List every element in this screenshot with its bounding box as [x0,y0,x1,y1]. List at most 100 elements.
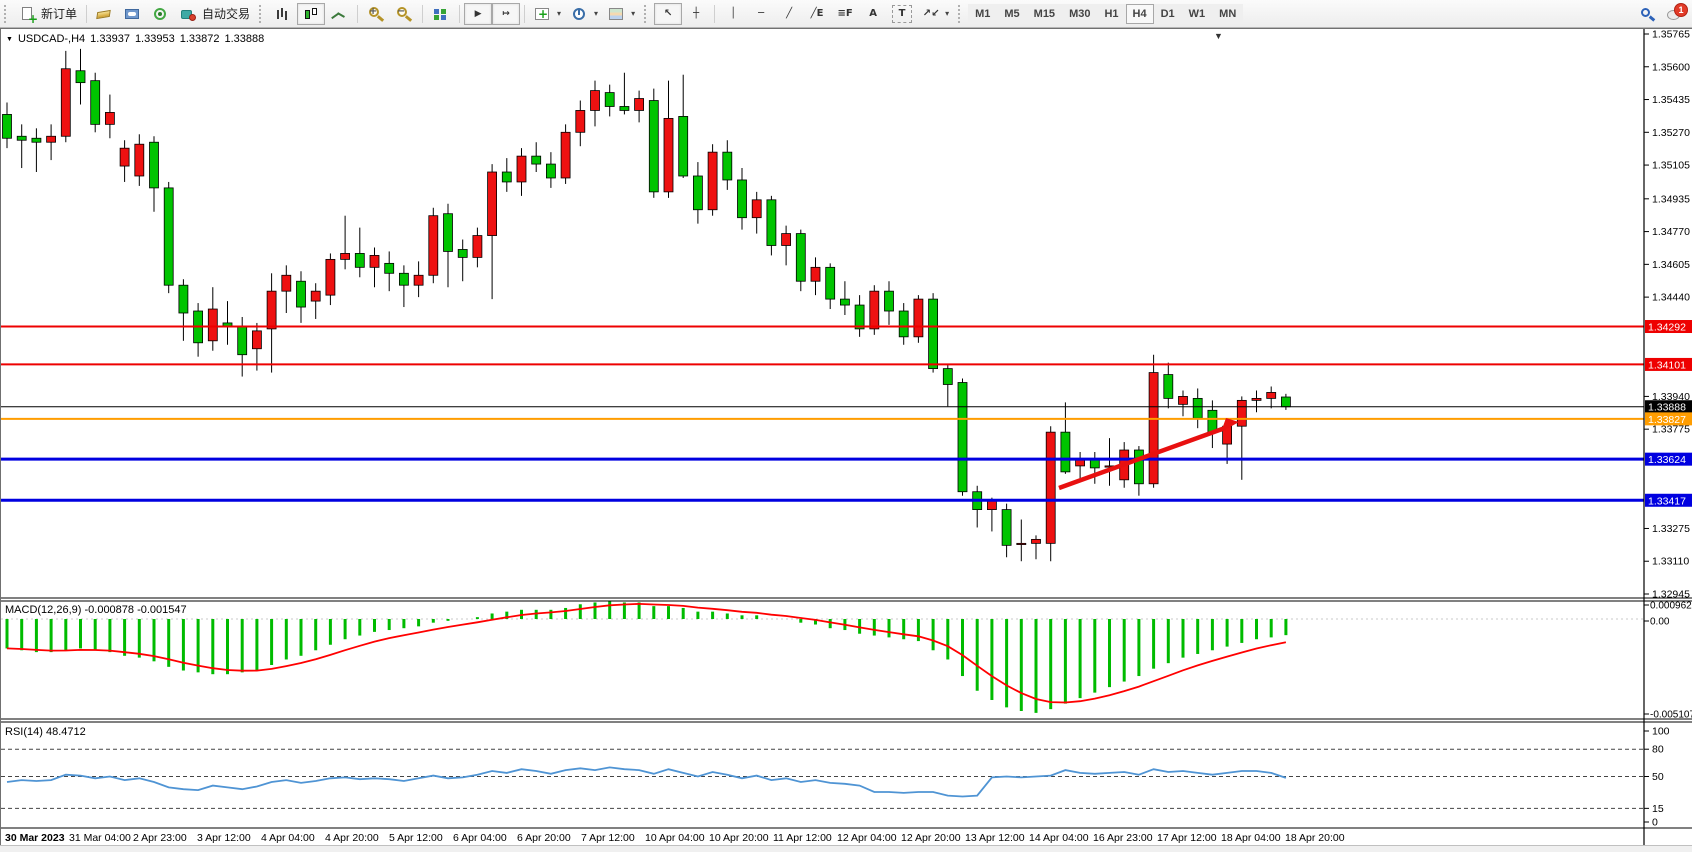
time-axis-label: 10 Apr 04:00 [645,832,705,844]
autotrading-icon [180,6,198,22]
time-axis-label: 13 Apr 12:00 [965,832,1025,844]
svg-text:1.34605: 1.34605 [1652,259,1690,271]
time-axis-label: 11 Apr 12:00 [773,832,832,844]
svg-text:1.33888: 1.33888 [1648,402,1686,414]
svg-text:1.33624: 1.33624 [1648,454,1686,466]
periods-icon [571,6,589,22]
time-axis-label: 4 Apr 20:00 [325,832,379,844]
rsi-scale-label: 80 [1652,744,1664,756]
chevron-down-icon[interactable]: ▾ [557,9,561,18]
templates-button[interactable]: ▾ [603,3,640,25]
svg-text:1.34440: 1.34440 [1652,292,1690,304]
period-button-M5[interactable]: M5 [997,4,1026,24]
search-icon[interactable] [1638,6,1656,22]
equidistant-channel-button[interactable]: ╱E [803,3,831,25]
price-badge: 1.33827 [1645,412,1692,426]
crosshair-button[interactable]: ┼ [682,3,710,25]
toolbar-grip[interactable] [644,5,649,23]
new-order-icon [19,6,37,22]
chart-canvas[interactable]: 1.357651.356001.354351.352701.351051.349… [1,29,1692,846]
bar-chart-button[interactable] [269,3,297,25]
svg-text:1.33827: 1.33827 [1648,414,1686,426]
toolbar-separator [714,5,715,23]
rsi-line [7,767,1286,796]
publish-chart-icon [124,6,142,22]
horizontal-line-button[interactable]: ─ [747,3,775,25]
toolbar-separator [357,5,358,23]
macd-main-value: -0.000878 [84,604,134,616]
chart-window[interactable]: 1.357651.356001.354351.352701.351051.349… [0,28,1692,846]
text-button[interactable]: A [859,3,887,25]
new-order-button-label: 新订单 [41,5,77,22]
candles-layer [3,49,1291,561]
bar-chart-icon [274,6,292,22]
svg-text:1.34935: 1.34935 [1652,193,1690,205]
candlestick-chart-button[interactable] [297,3,325,25]
svg-text:1.35600: 1.35600 [1652,61,1690,73]
symbol-dropdown-icon[interactable]: ▼ [6,36,13,43]
cursor-button[interactable]: ↖ [654,3,682,25]
time-axis-label: 12 Apr 20:00 [901,832,961,844]
notifications-icon[interactable]: 1 [1666,6,1684,22]
toolbar-separator [459,5,460,23]
macd-signal-value: -0.001547 [137,604,187,616]
signals-button[interactable] [147,3,175,25]
toolbar-grip[interactable] [958,5,963,23]
period-button-W1[interactable]: W1 [1182,4,1213,24]
svg-text:1.32945: 1.32945 [1652,588,1690,600]
charts-toolbar: +−▶↦+▾▾▾ [255,0,640,27]
vertical-line-button[interactable]: │ [719,3,747,25]
line-chart-button[interactable] [325,3,353,25]
chevron-down-icon[interactable]: ▾ [945,9,949,18]
arrows-button[interactable]: ↗↙▾ [917,3,954,25]
svg-text:1.35765: 1.35765 [1652,29,1690,41]
trendline-button[interactable]: ╱ [775,3,803,25]
publish-chart-button[interactable] [119,3,147,25]
period-button-M15[interactable]: M15 [1027,4,1062,24]
chevron-down-icon[interactable]: ▾ [631,9,635,18]
svg-text:1.35435: 1.35435 [1652,94,1690,106]
fibonacci-button[interactable]: ≡F [831,3,859,25]
auto-scroll-button[interactable]: ▶ [464,3,492,25]
svg-text:1.33110: 1.33110 [1652,556,1689,568]
chart-shift-marker-icon[interactable]: ▼ [1214,31,1223,41]
chart-shift-button[interactable]: ↦ [492,3,520,25]
signals-icon [152,6,170,22]
periods-button[interactable]: ▾ [566,3,603,25]
cursor-icon: ↖ [659,6,677,22]
toolbar-grip[interactable] [4,5,9,23]
period-button-M30[interactable]: M30 [1062,4,1097,24]
time-axis-label: 7 Apr 12:00 [581,832,635,844]
zoom-in-button[interactable]: + [362,3,390,25]
price-axis-labels: 1.357651.356001.354351.352701.351051.349… [1644,29,1690,600]
svg-text:1.33275: 1.33275 [1652,523,1690,535]
chevron-down-icon[interactable]: ▾ [594,9,598,18]
period-button-MN[interactable]: MN [1212,4,1243,24]
chart-title-bar: ▼ USDCAD-,H4 1.33937 1.33953 1.33872 1.3… [6,33,264,45]
autotrading-button[interactable]: 自动交易 [175,3,255,25]
period-button-D1[interactable]: D1 [1154,4,1182,24]
time-axis-label: 16 Apr 23:00 [1093,832,1153,844]
toolbar-grip[interactable] [259,5,264,23]
period-button-M1[interactable]: M1 [968,4,997,24]
line-chart-icon [330,6,348,22]
rsi-indicator-label: RSI(14) 48.4712 [5,726,86,738]
rsi-scale-label: 15 [1652,803,1664,815]
new-order-button[interactable]: 新订单 [14,3,82,25]
text-label-button[interactable]: T [887,3,917,25]
equidistant-channel-icon: ╱E [808,6,826,22]
gold-button[interactable] [91,3,119,25]
price-badge: 1.33888 [1645,400,1692,414]
period-button-H4[interactable]: H4 [1126,4,1154,24]
zoom-out-icon: − [395,6,413,22]
tile-windows-button[interactable] [427,3,455,25]
zoom-out-button[interactable]: − [390,3,418,25]
quote-close: 1.33888 [224,33,264,45]
fibonacci-icon: ≡F [836,6,854,22]
period-button-H1[interactable]: H1 [1097,4,1125,24]
time-axis-label: 17 Apr 12:00 [1157,832,1217,844]
time-axis-label: 30 Mar 2023 [5,832,65,844]
indicators-button[interactable]: +▾ [529,3,566,25]
svg-text:1.33417: 1.33417 [1648,495,1686,507]
zoom-in-icon: + [367,6,385,22]
